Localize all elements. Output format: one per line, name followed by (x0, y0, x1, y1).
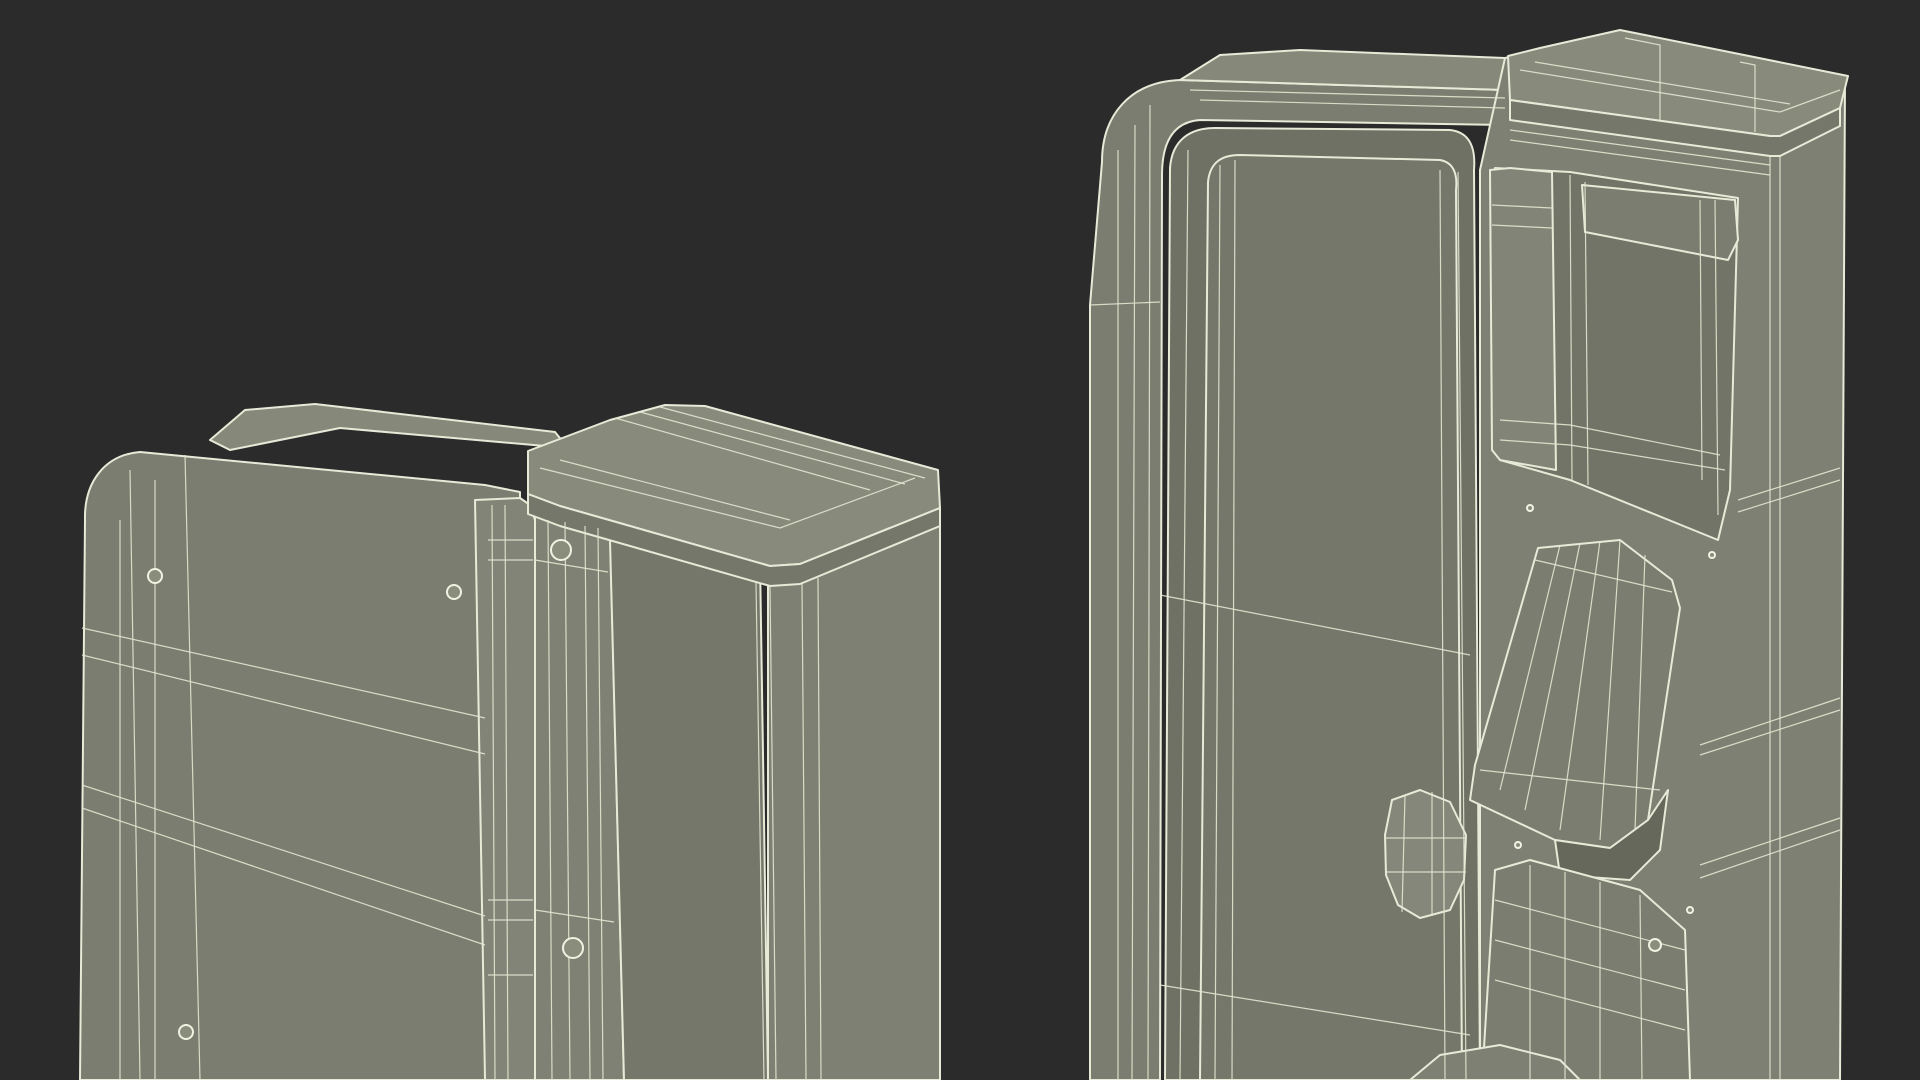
left-screw-4 (550, 539, 572, 561)
left-screw-2 (446, 584, 462, 600)
left-screw-3 (178, 1024, 194, 1040)
wireframe-render (79, 29, 1849, 1080)
right-bolt-2 (1708, 551, 1716, 559)
right-inner-face (1199, 154, 1463, 1080)
right-pedestal (1089, 29, 1849, 1080)
right-bolt-4 (1686, 906, 1694, 914)
left-front-panel (609, 539, 769, 1080)
left-pedestal (79, 403, 941, 1080)
right-bolt-5 (1648, 938, 1662, 952)
render-viewport (0, 0, 1920, 1080)
right-hinge-rail (1489, 167, 1557, 471)
left-side-panel (79, 451, 521, 1080)
right-round-button (1384, 789, 1467, 919)
left-back-rim (209, 403, 569, 451)
right-bolt-3 (1514, 841, 1522, 849)
left-screw-5 (562, 937, 584, 959)
right-bolt-1 (1526, 504, 1534, 512)
left-right-panel (767, 507, 941, 1080)
left-screw-1 (147, 568, 163, 584)
